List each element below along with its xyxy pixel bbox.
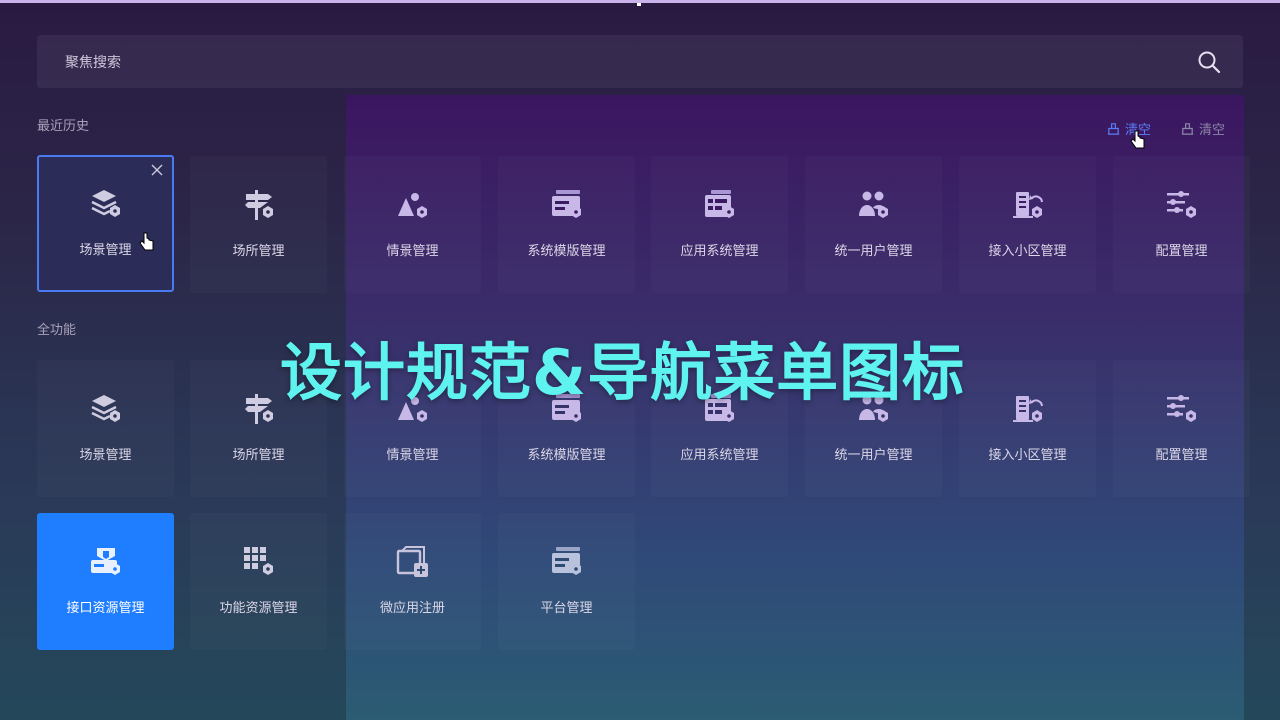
card-label: 场所管理 <box>232 244 285 259</box>
card-label: 统一用户管理 <box>834 448 913 463</box>
card-label: 微应用注册 <box>379 601 445 616</box>
sliders-icon <box>1166 191 1196 218</box>
card-label: 情景管理 <box>386 448 439 463</box>
close-icon[interactable] <box>150 163 164 177</box>
top-indicator <box>637 3 641 6</box>
recent-item-venue[interactable]: 场所管理 <box>190 156 327 293</box>
layers-hex-icon <box>90 395 120 422</box>
users-icon <box>858 191 888 218</box>
all-item-config[interactable]: 配置管理 <box>1113 360 1250 497</box>
recent-item-scene[interactable]: 场景管理 <box>37 155 174 292</box>
template-card-icon <box>551 190 581 218</box>
platform-card-icon <box>551 547 581 575</box>
all-item-platform[interactable]: 平台管理 <box>498 513 635 650</box>
all-item-community-access[interactable]: 接入小区管理 <box>959 360 1096 497</box>
signpost-icon <box>244 190 273 220</box>
hand-cursor-icon <box>1130 130 1145 149</box>
card-label: 接入小区管理 <box>988 448 1067 463</box>
all-section-title: 全功能 <box>37 323 77 338</box>
card-label: 应用系统管理 <box>680 244 759 259</box>
card-label: 统一用户管理 <box>834 244 913 259</box>
grid-resource-icon <box>243 547 273 575</box>
all-item-function-resource[interactable]: 功能资源管理 <box>190 513 327 650</box>
building-access-icon <box>1012 192 1043 218</box>
hand-cursor-icon <box>139 232 154 251</box>
all-item-micro-app[interactable]: 微应用注册 <box>344 513 481 650</box>
all-item-api-resource[interactable]: 接口资源管理 <box>37 513 174 650</box>
layers-hex-icon <box>90 190 120 217</box>
recent-section-title: 最近历史 <box>37 119 90 134</box>
signpost-icon <box>244 394 273 424</box>
search-input[interactable]: 聚焦搜索 <box>65 52 121 72</box>
card-label: 功能资源管理 <box>219 601 298 616</box>
overlay-title: 设计规范&导航菜单图标 <box>280 336 966 409</box>
sliders-icon <box>1166 395 1196 422</box>
card-label: 系统模版管理 <box>527 448 606 463</box>
api-resource-icon <box>90 548 120 575</box>
recent-item-community-access[interactable]: 接入小区管理 <box>959 156 1096 293</box>
card-label: 接入小区管理 <box>988 244 1067 259</box>
recent-item-situation[interactable]: 情景管理 <box>344 156 481 293</box>
card-label: 场所管理 <box>232 448 285 463</box>
recent-item-app-system[interactable]: 应用系统管理 <box>651 156 788 293</box>
card-label: 接口资源管理 <box>66 601 145 616</box>
search-bar[interactable]: 聚焦搜索 <box>37 35 1243 88</box>
recent-item-template[interactable]: 系统模版管理 <box>498 156 635 293</box>
card-label: 应用系统管理 <box>680 448 759 463</box>
clear-history-button-2[interactable]: 清空 <box>1180 119 1225 138</box>
card-label: 配置管理 <box>1155 448 1208 463</box>
recent-item-config[interactable]: 配置管理 <box>1113 156 1250 293</box>
card-label: 配置管理 <box>1155 244 1208 259</box>
card-label: 场景管理 <box>79 448 132 463</box>
clear-icon <box>1107 123 1120 135</box>
all-item-scene[interactable]: 场景管理 <box>37 360 174 497</box>
recent-item-users[interactable]: 统一用户管理 <box>805 156 942 293</box>
search-icon[interactable] <box>1197 50 1221 74</box>
building-access-icon <box>1012 396 1043 422</box>
card-label: 系统模版管理 <box>527 244 606 259</box>
scene-shapes-icon <box>397 193 427 218</box>
card-label: 平台管理 <box>540 601 593 616</box>
micro-app-add-icon <box>396 546 428 577</box>
clear-label: 清空 <box>1199 123 1226 138</box>
app-system-icon <box>704 190 734 218</box>
card-label: 情景管理 <box>386 244 439 259</box>
card-label: 场景管理 <box>79 243 132 258</box>
clear-icon <box>1181 123 1194 135</box>
